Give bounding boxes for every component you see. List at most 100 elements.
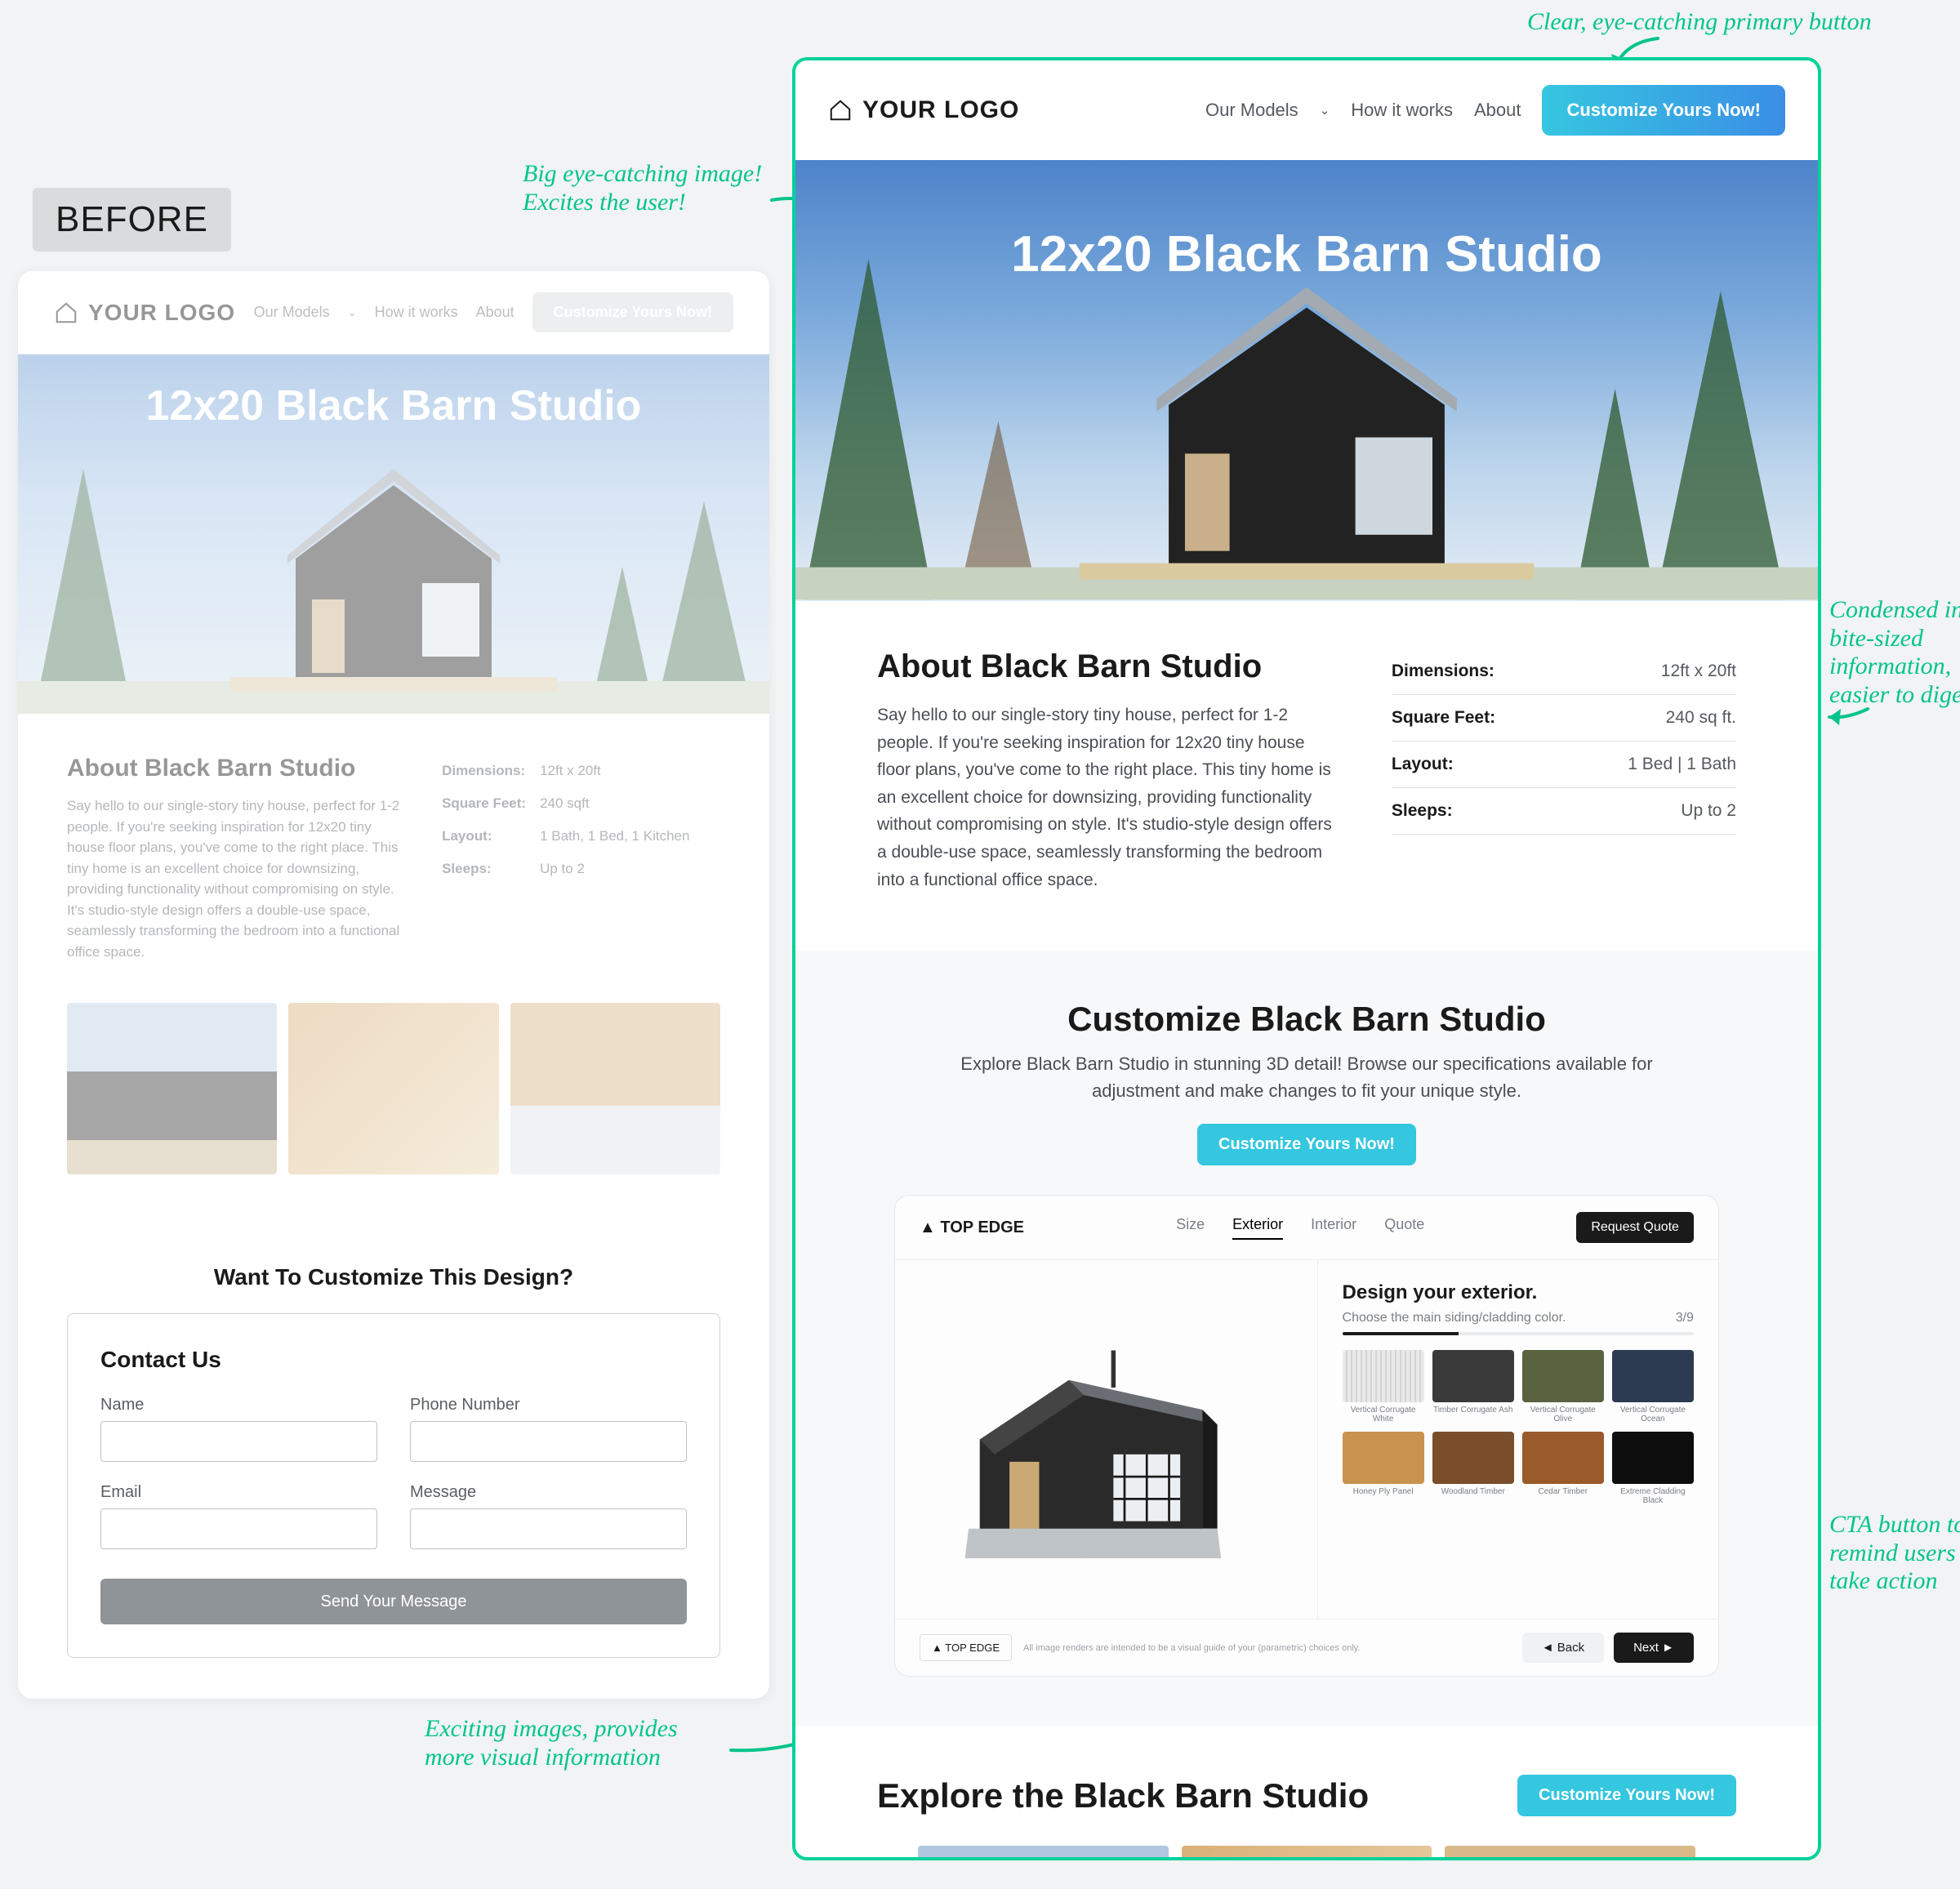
swatch-label: Extreme Cladding Black bbox=[1612, 1487, 1694, 1505]
before-gallery bbox=[18, 1003, 769, 1223]
label-message: Message bbox=[410, 1483, 687, 1502]
nav-cta-button[interactable]: Customize Yours Now! bbox=[1542, 85, 1785, 136]
spec-value: 1 Bed | 1 Bath bbox=[1628, 755, 1736, 774]
customize-heading: Customize Black Barn Studio bbox=[877, 1000, 1736, 1039]
configurator-header: ▲ TOP EDGE Size Exterior Interior Quote … bbox=[895, 1196, 1718, 1260]
nav-how-it-works[interactable]: How it works bbox=[375, 304, 458, 321]
nav-about[interactable]: About bbox=[476, 304, 514, 321]
spec-key: Square Feet: bbox=[1392, 708, 1495, 728]
panel-step: 3/9 bbox=[1676, 1311, 1694, 1325]
tab-size[interactable]: Size bbox=[1176, 1216, 1205, 1240]
chevron-down-icon: ⌄ bbox=[1320, 103, 1330, 118]
configurator-3d-view[interactable] bbox=[895, 1260, 1317, 1619]
input-name[interactable] bbox=[100, 1421, 377, 1462]
swatch[interactable] bbox=[1432, 1432, 1514, 1484]
input-email[interactable] bbox=[100, 1508, 377, 1549]
spec-value: Up to 2 bbox=[540, 861, 585, 877]
contact-form: Contact Us Name Phone Number Email Messa… bbox=[67, 1313, 720, 1658]
swatch[interactable] bbox=[1612, 1350, 1694, 1402]
configurator-brand: ▲ TOP EDGE bbox=[920, 1218, 1024, 1237]
before-about: About Black Barn Studio Say hello to our… bbox=[18, 714, 769, 1003]
logo[interactable]: YOUR LOGO bbox=[828, 96, 1019, 124]
annotation-primary-button: Clear, eye-catching primary button bbox=[1527, 8, 1872, 37]
label-email: Email bbox=[100, 1483, 377, 1502]
annotation-arrow bbox=[1823, 702, 1872, 735]
after-nav: YOUR LOGO Our Models ⌄ How it works Abou… bbox=[795, 60, 1818, 160]
configurator-options: Design your exterior. Choose the main si… bbox=[1317, 1260, 1718, 1619]
swatch[interactable] bbox=[1343, 1350, 1424, 1402]
nav-our-models[interactable]: Our Models bbox=[1205, 100, 1298, 121]
annotation-exciting-images: Exciting images, provides more visual in… bbox=[425, 1715, 678, 1771]
spec-key: Layout: bbox=[442, 828, 540, 844]
footer-badge: ▲ TOP EDGE bbox=[920, 1634, 1012, 1661]
swatch-label: Honey Ply Panel bbox=[1343, 1487, 1424, 1496]
logo-text: YOUR LOGO bbox=[862, 96, 1019, 124]
swatch[interactable] bbox=[1522, 1350, 1604, 1402]
about-body: Say hello to our single-story tiny house… bbox=[67, 795, 401, 962]
spec-value: 240 sq ft. bbox=[1666, 708, 1736, 728]
customize-body: Explore Black Barn Studio in stunning 3D… bbox=[947, 1050, 1666, 1104]
swatch[interactable] bbox=[1432, 1350, 1514, 1402]
submit-button[interactable]: Send Your Message bbox=[100, 1579, 687, 1624]
before-panel: YOUR LOGO Our Models ⌄ How it works Abou… bbox=[18, 271, 769, 1699]
back-button[interactable]: ◄ Back bbox=[1522, 1633, 1604, 1663]
nav-cta-button[interactable]: Customize Yours Now! bbox=[532, 292, 733, 332]
logo[interactable]: YOUR LOGO bbox=[54, 300, 235, 326]
swatch-label: Vertical Corrugate White bbox=[1343, 1406, 1424, 1423]
label-phone: Phone Number bbox=[410, 1396, 687, 1415]
spec-value: 12ft x 20ft bbox=[1661, 662, 1736, 681]
tab-quote[interactable]: Quote bbox=[1384, 1216, 1424, 1240]
gallery-thumb[interactable] bbox=[510, 1003, 720, 1174]
swatch-label: Vertical Corrugate Ocean bbox=[1612, 1406, 1694, 1423]
swatch-label: Woodland Timber bbox=[1432, 1487, 1514, 1496]
customize-heading: Want To Customize This Design? bbox=[67, 1264, 720, 1290]
gallery-thumb[interactable] bbox=[288, 1003, 498, 1174]
house-icon bbox=[828, 98, 853, 123]
request-quote-button[interactable]: Request Quote bbox=[1576, 1212, 1694, 1243]
after-specs: Dimensions: 12ft x 20ft Square Feet: 240 s… bbox=[1392, 648, 1736, 893]
spec-value: Up to 2 bbox=[1681, 801, 1736, 821]
after-explore-section: Explore the Black Barn Studio Customize … bbox=[795, 1726, 1818, 1857]
gallery-thumb[interactable] bbox=[1182, 1846, 1432, 1857]
customize-cta-button[interactable]: Customize Yours Now! bbox=[1197, 1124, 1416, 1165]
before-nav: YOUR LOGO Our Models ⌄ How it works Abou… bbox=[18, 271, 769, 354]
hero-title: 12x20 Black Barn Studio bbox=[146, 381, 642, 430]
swatch[interactable] bbox=[1522, 1432, 1604, 1484]
nav-our-models[interactable]: Our Models bbox=[254, 304, 330, 321]
house-icon bbox=[54, 301, 78, 325]
after-about: About Black Barn Studio Say hello to our… bbox=[795, 601, 1818, 951]
before-label: BEFORE bbox=[33, 188, 231, 252]
gallery-thumb[interactable] bbox=[918, 1846, 1169, 1857]
gallery-thumb[interactable] bbox=[67, 1003, 277, 1174]
configurator-card: ▲ TOP EDGE Size Exterior Interior Quote … bbox=[894, 1195, 1719, 1677]
annotation-condensed: Condensed into bite-sized information, e… bbox=[1829, 596, 1960, 709]
swatch[interactable] bbox=[1612, 1432, 1694, 1484]
progress-bar bbox=[1343, 1332, 1694, 1335]
about-body: Say hello to our single-story tiny house… bbox=[877, 702, 1343, 893]
spec-key: Layout: bbox=[1392, 755, 1454, 774]
input-message[interactable] bbox=[410, 1508, 687, 1549]
panel-note: Choose the main siding/cladding color. bbox=[1343, 1311, 1566, 1325]
swatch-label: Vertical Corrugate Olive bbox=[1522, 1406, 1604, 1423]
next-button[interactable]: Next ► bbox=[1614, 1633, 1694, 1663]
spec-key: Dimensions: bbox=[1392, 662, 1494, 681]
gallery-thumb[interactable] bbox=[1445, 1846, 1695, 1857]
annotation-hero-image: Big eye-catching image! Excites the user… bbox=[523, 160, 762, 216]
about-heading: About Black Barn Studio bbox=[67, 755, 401, 782]
spec-value: 12ft x 20ft bbox=[540, 763, 601, 779]
explore-heading: Explore the Black Barn Studio bbox=[877, 1776, 1369, 1815]
nav-how-it-works[interactable]: How it works bbox=[1351, 100, 1453, 121]
swatch-label: Timber Corrugate Ash bbox=[1432, 1406, 1514, 1415]
tab-interior[interactable]: Interior bbox=[1311, 1216, 1356, 1240]
configurator-footer: ▲ TOP EDGE All image renders are intende… bbox=[895, 1619, 1718, 1676]
swatch[interactable] bbox=[1343, 1432, 1424, 1484]
logo-text: YOUR LOGO bbox=[88, 300, 235, 326]
nav-about[interactable]: About bbox=[1474, 100, 1521, 121]
tab-exterior[interactable]: Exterior bbox=[1232, 1216, 1283, 1240]
input-phone[interactable] bbox=[410, 1421, 687, 1462]
hero-title: 12x20 Black Barn Studio bbox=[1011, 225, 1602, 567]
form-title: Contact Us bbox=[100, 1347, 687, 1373]
explore-cta-button[interactable]: Customize Yours Now! bbox=[1517, 1775, 1736, 1816]
chevron-down-icon: ⌄ bbox=[348, 306, 357, 319]
before-customize-section: Want To Customize This Design? Contact U… bbox=[18, 1223, 769, 1699]
